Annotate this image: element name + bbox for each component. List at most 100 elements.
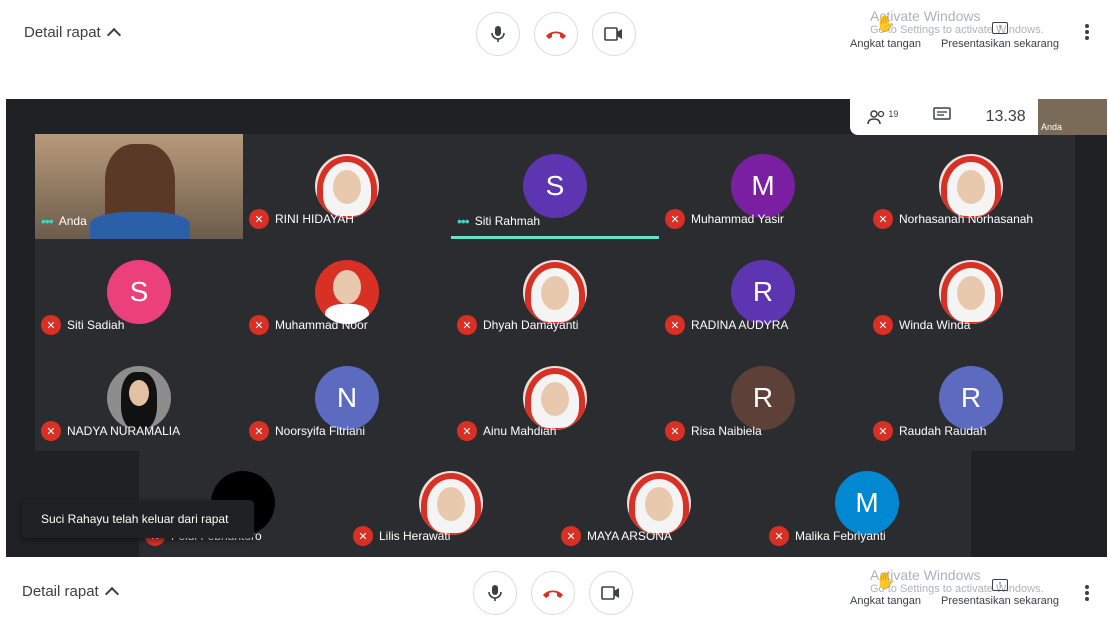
participant-name: RADINA AUDYRA	[691, 318, 789, 332]
mic-off-icon: ✕	[769, 526, 789, 546]
participant-tile[interactable]: S ••• Siti Rahmah	[451, 134, 659, 239]
video-camera-icon	[601, 586, 619, 600]
participant-tile[interactable]: R ✕ RADINA AUDYRA	[659, 240, 867, 345]
speaking-dots-icon: •••	[41, 213, 54, 229]
mic-off-icon: ✕	[457, 315, 477, 335]
toast-message: Suci Rahayu telah keluar dari rapat	[41, 512, 229, 526]
self-preview[interactable]: Anda	[1038, 99, 1107, 135]
right-actions: ✋ Angkat tangan ↑ Presentasikan sekarang	[850, 14, 1059, 50]
participant-tile[interactable]: ✕ RINI HIDAYAH	[243, 134, 451, 239]
mic-off-icon: ✕	[665, 209, 685, 229]
mic-off-icon: ✕	[41, 315, 61, 335]
participant-name: Norhasanah Norhasanah	[899, 212, 1034, 226]
meeting-details-button[interactable]: Detail rapat	[22, 583, 119, 602]
present-now-button[interactable]: ↑ Presentasikan sekarang	[941, 22, 1059, 50]
participant-name: Siti Rahmah	[474, 214, 541, 228]
participant-tile[interactable]: M ✕ Muhammad Yasir	[659, 134, 867, 239]
call-controls	[476, 12, 636, 56]
participant-name: Winda Winda	[899, 318, 971, 332]
meeting-details-button[interactable]: Detail rapat	[24, 24, 121, 43]
participant-name: RINI HIDAYAH	[275, 212, 354, 226]
more-options-icon[interactable]	[1085, 585, 1089, 601]
raise-hand-label: Angkat tangan	[850, 38, 921, 50]
mic-off-icon: ✕	[873, 421, 893, 441]
right-actions: ✋ Angkat tangan ↑ Presentasikan sekarang	[850, 571, 1059, 607]
participant-tile[interactable]: ✕ Ainu Mahdiah	[451, 346, 659, 451]
participant-name: Lilis Herawati	[379, 529, 451, 543]
camera-button[interactable]	[589, 571, 633, 615]
participant-tile[interactable]: R ✕ Risa Naibiela	[659, 346, 867, 451]
raise-hand-label: Angkat tangan	[850, 595, 921, 607]
participant-tile[interactable]: N ✕ Noorsyifa Fitriani	[243, 346, 451, 451]
mic-off-icon: ✕	[873, 315, 893, 335]
present-now-button[interactable]: ↑ Presentasikan sekarang	[941, 579, 1059, 607]
participant-tile[interactable]: ✕ Norhasanah Norhasanah	[867, 134, 1075, 239]
meeting-clock: 13.38	[985, 108, 1026, 125]
participant-tile[interactable]: M ✕ Malika Febriyanti	[763, 451, 971, 556]
participants-button[interactable]: 19	[867, 109, 898, 125]
mic-off-icon: ✕	[41, 421, 61, 441]
more-options-icon[interactable]	[1085, 24, 1089, 40]
meeting-details-label: Detail rapat	[24, 24, 101, 41]
self-preview-label: Anda	[1041, 122, 1063, 132]
participant-tile[interactable]: ••• Anda	[35, 134, 243, 239]
hang-up-icon	[543, 590, 563, 598]
mic-off-icon: ✕	[873, 209, 893, 229]
participant-tile[interactable]: S ✕ Siti Sadiah	[35, 240, 243, 345]
hand-icon: ✋	[875, 573, 896, 590]
mic-off-icon: ✕	[249, 209, 269, 229]
bottom-toolbar: Detail rapat Activate Windows Go to Sett…	[0, 557, 1109, 625]
mic-button[interactable]	[476, 12, 520, 56]
call-controls	[473, 571, 633, 615]
participant-name: Risa Naibiela	[691, 424, 762, 438]
participant-tile[interactable]: ✕ Winda Winda	[867, 240, 1075, 345]
raise-hand-button[interactable]: ✋ Angkat tangan	[850, 571, 921, 607]
mic-off-icon: ✕	[665, 315, 685, 335]
participant-grid: ••• Anda ✕ RINI HIDAYAH S ••• Siti Rahmah M…	[35, 134, 1075, 451]
participant-name: MAYA ARSONA	[587, 529, 672, 543]
participant-name: Noorsyifa Fitriani	[275, 424, 366, 438]
chevron-up-icon	[106, 27, 121, 43]
mic-off-icon: ✕	[249, 315, 269, 335]
chat-button[interactable]	[933, 106, 951, 128]
present-now-label: Presentasikan sekarang	[940, 595, 1059, 607]
hang-up-icon	[546, 31, 566, 39]
notification-toast: Suci Rahayu telah keluar dari rapat	[22, 500, 254, 538]
meeting-stage: ••• Anda ✕ RINI HIDAYAH S ••• Siti Rahmah M…	[6, 99, 1107, 557]
present-now-label: Presentasikan sekarang	[940, 38, 1059, 50]
avatar: S	[523, 154, 587, 218]
mic-icon	[488, 585, 502, 601]
participant-row-bottom: ✕Feldi Febriantoro ✕Lilis Herawati ✕MAYA…	[139, 451, 971, 557]
leave-call-button[interactable]	[534, 12, 578, 56]
participant-name: Ainu Mahdiah	[483, 424, 557, 438]
participant-tile[interactable]: ✕ MAYA ARSONA	[555, 451, 763, 556]
video-camera-icon	[604, 27, 622, 41]
participant-name: Dhyah Damayanti	[483, 318, 579, 332]
participant-name: Anda	[58, 214, 87, 228]
participant-name: NADYA NURAMALIA	[67, 424, 181, 438]
present-screen-icon: ↑	[991, 579, 1008, 591]
mic-off-icon: ✕	[457, 421, 477, 441]
participant-tile[interactable]: ✕ Lilis Herawati	[347, 451, 555, 556]
present-screen-icon: ↑	[991, 22, 1008, 34]
active-speaker-indicator	[451, 236, 659, 239]
mic-off-icon: ✕	[249, 421, 269, 441]
mic-button[interactable]	[473, 571, 517, 615]
participant-name: Muhammad Yasir	[691, 212, 784, 226]
participant-tile[interactable]: ✕ Dhyah Damayanti	[451, 240, 659, 345]
participant-name: Muhammad Noor	[275, 318, 368, 332]
raise-hand-button[interactable]: ✋ Angkat tangan	[850, 14, 921, 50]
mic-icon	[491, 26, 505, 42]
camera-button[interactable]	[592, 12, 636, 56]
mic-off-icon: ✕	[665, 421, 685, 441]
mic-off-icon: ✕	[561, 526, 581, 546]
top-toolbar: Detail rapat Activate Windows Go to Sett…	[0, 0, 1109, 68]
participants-count: 19	[888, 109, 899, 119]
leave-call-button[interactable]	[531, 571, 575, 615]
meeting-details-label: Detail rapat	[22, 583, 99, 600]
participant-tile[interactable]: ✕ Muhammad Noor	[243, 240, 451, 345]
participant-tile[interactable]: ✕ NADYA NURAMALIA	[35, 346, 243, 451]
participant-name: Raudah Raudah	[899, 424, 987, 438]
mic-off-icon: ✕	[353, 526, 373, 546]
participant-tile[interactable]: R ✕ Raudah Raudah	[867, 346, 1075, 451]
